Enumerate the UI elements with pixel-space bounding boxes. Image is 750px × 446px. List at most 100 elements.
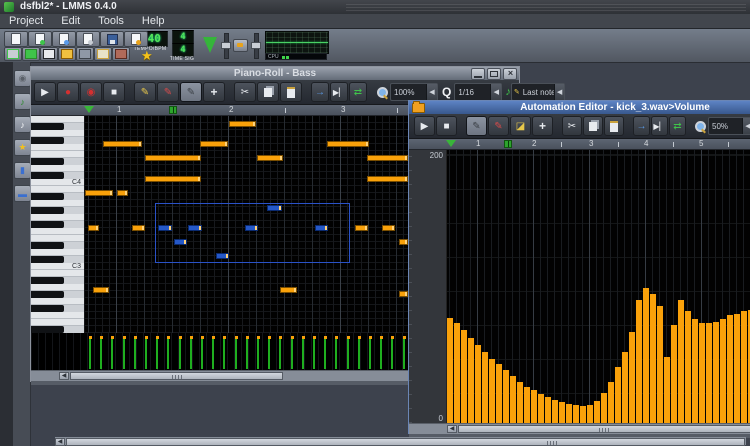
stop-button[interactable]: ■ [103, 82, 125, 102]
note[interactable] [367, 155, 408, 161]
automation-value-bar[interactable] [559, 402, 565, 423]
combobox-arrow-icon[interactable]: ◀ [554, 84, 564, 100]
velocity-line[interactable] [223, 339, 225, 369]
velocity-line[interactable] [313, 339, 315, 369]
white-key[interactable] [31, 284, 84, 291]
black-key[interactable] [31, 221, 84, 228]
erase-mode-button[interactable]: ✎ [488, 116, 509, 136]
note[interactable] [399, 239, 408, 245]
velocity-line[interactable] [403, 339, 405, 369]
draw-mode-button[interactable]: ✎ [466, 116, 487, 136]
automation-value-bar[interactable] [545, 397, 551, 423]
white-key[interactable] [31, 214, 84, 221]
paste-button[interactable] [280, 82, 302, 102]
cut-button[interactable]: ✂ [562, 116, 582, 136]
move-mode-button[interactable]: + [203, 82, 225, 102]
play-button[interactable]: ▶ [414, 116, 435, 136]
playhead-marker[interactable] [84, 106, 94, 113]
menu-tools[interactable]: Tools [89, 14, 133, 28]
note[interactable] [117, 190, 128, 196]
white-key[interactable] [31, 144, 84, 151]
minimize-button[interactable] [471, 68, 485, 80]
automation-value-bar[interactable] [573, 405, 579, 423]
combobox-arrow-icon[interactable]: ◀ [426, 84, 437, 100]
velocity-line[interactable] [190, 339, 192, 369]
velocity-line[interactable] [257, 339, 259, 369]
master-pitch-handle[interactable] [251, 42, 261, 49]
import-project[interactable] [76, 31, 100, 47]
velocity-line[interactable] [279, 339, 281, 369]
playhead-marker[interactable] [446, 140, 456, 147]
note[interactable] [88, 225, 99, 231]
white-key[interactable] [31, 186, 84, 193]
move-mode-button[interactable]: + [532, 116, 553, 136]
white-key[interactable] [31, 116, 84, 123]
automation-value-bar[interactable] [671, 325, 677, 423]
toggle-controller-rack[interactable] [76, 47, 94, 61]
scrollbar-thumb[interactable] [458, 425, 750, 433]
velocity-line[interactable] [302, 339, 304, 369]
note[interactable] [132, 225, 145, 231]
scroll-left-arrow-icon[interactable]: ◀ [55, 438, 65, 446]
automation-value-bar[interactable] [601, 393, 607, 423]
note-selected[interactable] [267, 205, 282, 211]
automation-value-bar[interactable] [692, 319, 698, 423]
black-key[interactable] [31, 326, 84, 333]
velocity-line[interactable] [89, 339, 91, 369]
toggle-project-notes[interactable] [94, 47, 112, 61]
sidebar-item-my-samples[interactable]: ♪ [14, 93, 31, 110]
white-key[interactable] [31, 228, 84, 235]
automation-value-bar[interactable] [482, 352, 488, 423]
combobox-arrow-icon[interactable]: ◀ [490, 84, 501, 100]
velocity-line[interactable] [156, 339, 158, 369]
select-mode-button[interactable]: ◪ [510, 116, 531, 136]
paste-button[interactable] [604, 116, 624, 136]
velocity-line[interactable] [179, 339, 181, 369]
automation-grid[interactable] [447, 150, 750, 423]
toggle-piano-roll[interactable] [40, 47, 58, 61]
black-key[interactable] [31, 158, 84, 165]
zoom-combobox[interactable]: 100% ◀ [390, 83, 438, 101]
automation-value-bar[interactable] [489, 359, 495, 423]
automation-value-bar[interactable] [734, 314, 740, 423]
note[interactable] [145, 155, 201, 161]
draw-mode-button[interactable]: ✎ [134, 82, 156, 102]
automation-value-bar[interactable] [594, 401, 600, 423]
stop-button[interactable]: ■ [436, 116, 457, 136]
automation-hscrollbar[interactable]: ◀ [409, 423, 750, 434]
export-project[interactable] [124, 31, 148, 47]
sidebar-item-root-directory[interactable]: ▮ [14, 162, 31, 179]
velocity-line[interactable] [111, 339, 113, 369]
note[interactable] [85, 190, 113, 196]
flip-y-button[interactable]: ⇄ [669, 116, 686, 136]
black-key[interactable] [31, 242, 84, 249]
zoom-x-combobox[interactable]: 50% ◀ [708, 117, 750, 135]
star-icon[interactable]: ★ [141, 48, 153, 64]
automation-value-bar[interactable] [678, 300, 684, 423]
automation-value-bar[interactable] [685, 311, 691, 423]
white-key[interactable] [31, 249, 84, 256]
automation-value-bar[interactable] [580, 406, 586, 423]
save-project[interactable] [100, 31, 124, 47]
q-combobox[interactable]: 1/16 ◀ [454, 83, 502, 101]
oscilloscope-display[interactable] [265, 31, 329, 54]
flip-button[interactable]: ⇄ [349, 82, 367, 102]
black-key[interactable] [31, 172, 84, 179]
velocity-line[interactable] [100, 339, 102, 369]
goto-end-button[interactable]: ▶▏ [651, 116, 668, 136]
automation-value-bar[interactable] [503, 370, 509, 423]
note[interactable] [200, 141, 228, 147]
velocity-line[interactable] [268, 339, 270, 369]
scroll-left-arrow-icon[interactable]: ◀ [447, 425, 457, 433]
white-key[interactable] [31, 312, 84, 319]
velocity-line[interactable] [380, 339, 382, 369]
copy-button[interactable] [257, 82, 279, 102]
toggle-fx-mixer[interactable] [58, 47, 76, 61]
black-key[interactable] [31, 291, 84, 298]
white-key[interactable] [31, 298, 84, 305]
automation-value-bar[interactable] [454, 323, 460, 423]
automation-value-bar[interactable] [713, 322, 719, 423]
select-mode-button[interactable]: ✎ [180, 82, 202, 102]
erase-mode-button[interactable]: ✎ [157, 82, 179, 102]
shift-button[interactable]: → [633, 116, 650, 136]
